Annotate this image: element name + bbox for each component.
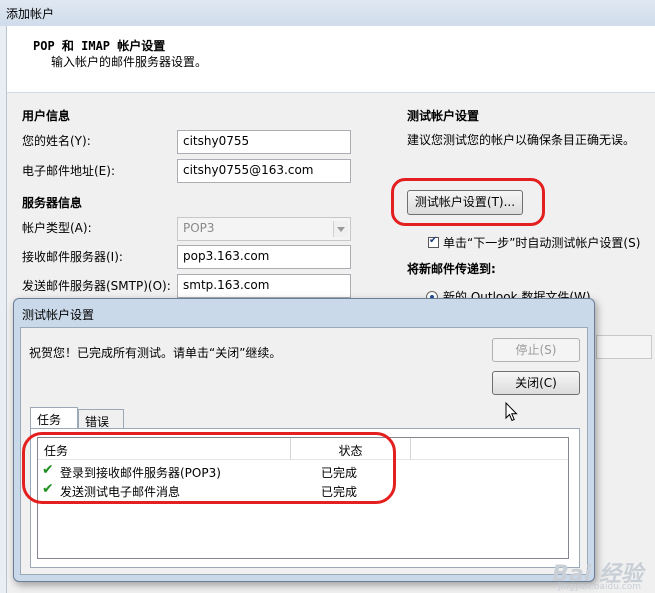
outgoing-server-label: 发送邮件服务器(SMTP)(O): — [22, 279, 171, 293]
window-titlebar: 添加帐户 — [0, 0, 655, 26]
incoming-server-label: 接收邮件服务器(I): — [22, 250, 123, 264]
account-type-label: 帐户类型(A): — [22, 221, 92, 235]
mouse-cursor-icon — [505, 402, 518, 422]
auto-test-label: 单击“下一步”时自动测试帐户设置(S) — [443, 236, 641, 250]
dialog-title: 测试帐户设置 — [22, 308, 95, 322]
name-label: 您的姓名(Y): — [22, 134, 91, 148]
outgoing-server-field[interactable]: smtp.163.com — [177, 274, 351, 298]
tab-errors[interactable]: 错误 — [78, 409, 124, 429]
stop-button[interactable]: 停止(S) — [492, 338, 580, 362]
test-settings-heading: 测试帐户设置 — [407, 109, 480, 123]
server-info-heading: 服务器信息 — [22, 196, 83, 210]
chevron-down-icon — [333, 221, 348, 237]
close-button[interactable]: 关闭(C) — [492, 371, 580, 395]
highlight-ring-tasks — [22, 432, 396, 504]
auto-test-checkbox[interactable] — [428, 235, 439, 248]
page-header: POP 和 IMAP 帐户设置 输入帐户的邮件服务器设置。 — [6, 26, 655, 92]
existing-file-field[interactable] — [596, 335, 652, 359]
email-field[interactable]: citshy0755@163.com — [177, 159, 351, 183]
deliver-heading: 将新邮件传递到: — [407, 262, 496, 276]
account-type-value: POP3 — [183, 221, 215, 235]
incoming-server-field[interactable]: pop3.163.com — [177, 245, 351, 269]
name-field[interactable]: citshy0755 — [177, 130, 351, 154]
test-settings-description: 建议您测试您的帐户以确保条目正确无误。 — [407, 133, 636, 147]
tab-tasks[interactable]: 任务 — [30, 407, 78, 429]
user-info-heading: 用户信息 — [22, 109, 71, 123]
test-settings-button[interactable]: 测试帐户设置(T)... — [407, 190, 523, 215]
page-title: POP 和 IMAP 帐户设置 — [33, 39, 166, 53]
page-subtitle: 输入帐户的邮件服务器设置。 — [51, 55, 208, 69]
column-header-filler — [411, 438, 568, 460]
dialog-message: 祝贺您！已完成所有测试。请单击“关闭”继续。 — [29, 346, 282, 360]
email-label: 电子邮件地址(E): — [22, 164, 115, 178]
account-type-select[interactable]: POP3 — [177, 217, 351, 241]
watermark-url: jingyan.baidu.com — [557, 582, 641, 592]
window-title: 添加帐户 — [6, 7, 55, 21]
